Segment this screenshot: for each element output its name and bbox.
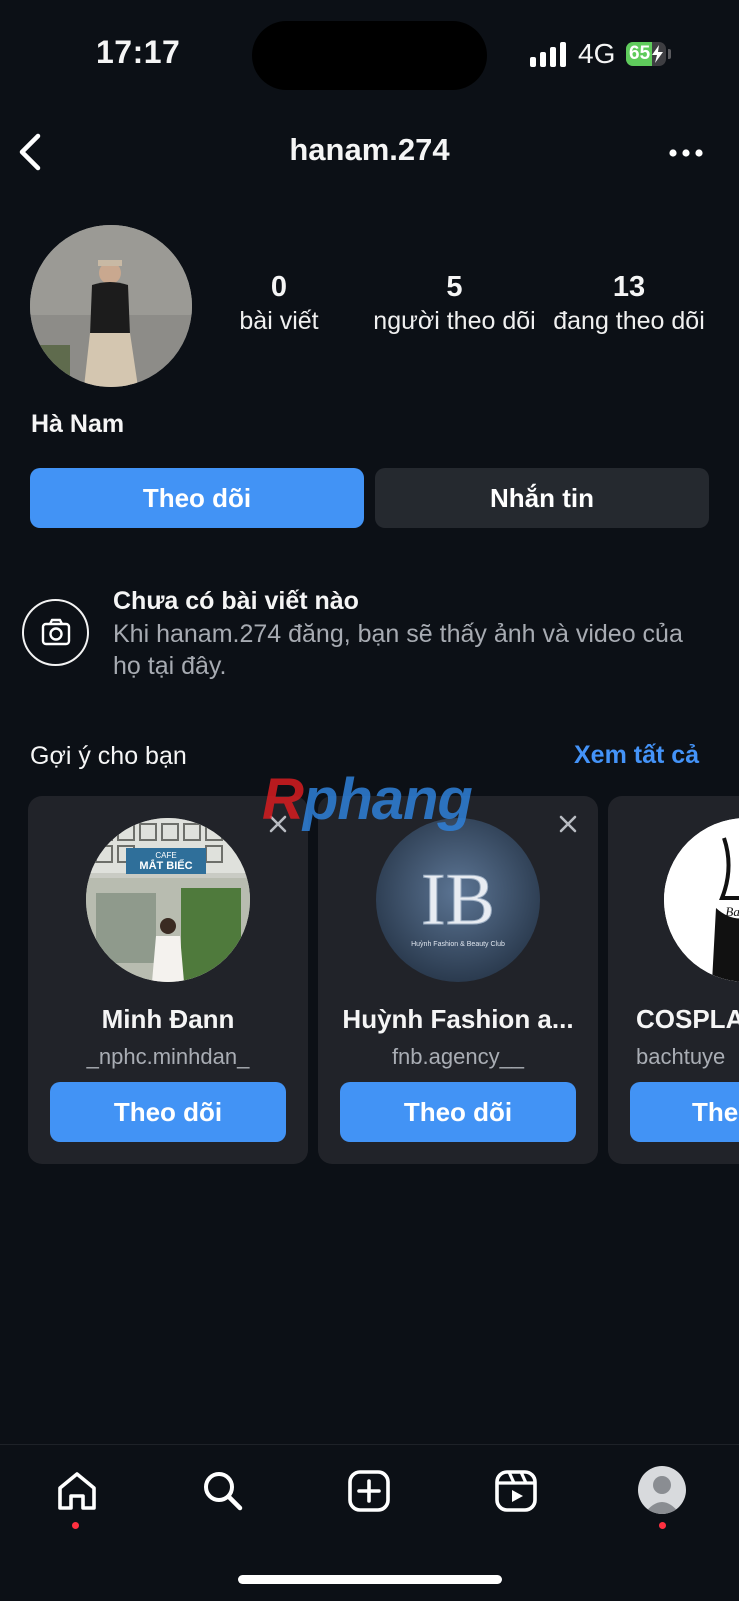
brand-logo-text: Huỳnh Fashion & Beauty Club bbox=[411, 941, 505, 948]
signal-icon bbox=[530, 42, 566, 67]
message-button[interactable]: Nhắn tin bbox=[375, 468, 709, 528]
suggestion-handle: bachtuye bbox=[636, 1044, 726, 1069]
cafe-sign-top: CAFE bbox=[155, 851, 176, 860]
home-notification-dot bbox=[72, 1522, 79, 1529]
stat-following-value: 13 bbox=[612, 271, 646, 303]
home-icon[interactable] bbox=[52, 1466, 102, 1516]
suggestion-handle: _nphc.minhdan_ bbox=[86, 1044, 250, 1069]
reels-icon[interactable] bbox=[491, 1466, 541, 1516]
battery-icon: 65 bbox=[626, 42, 666, 66]
stat-following-label: đang theo dõi bbox=[553, 307, 705, 335]
empty-posts-title: Chưa có bài viết nào bbox=[113, 587, 359, 615]
battery-percent: 65 bbox=[629, 43, 651, 64]
home-indicator bbox=[238, 1575, 502, 1584]
stat-following[interactable]: 13 đang theo dõi bbox=[550, 270, 708, 338]
stat-followers[interactable]: 5 người theo dõi bbox=[372, 270, 537, 338]
page-title: hanam.274 bbox=[289, 132, 450, 167]
watermark-text: phang bbox=[302, 767, 473, 832]
display-name: Hà Nam bbox=[31, 410, 125, 438]
suggestion-handle: fnb.agency__ bbox=[391, 1044, 525, 1069]
search-icon[interactable] bbox=[198, 1466, 248, 1516]
stat-posts-value: 0 bbox=[270, 271, 288, 303]
suggestion-name: COSPLA bbox=[636, 1004, 739, 1034]
stat-posts-label: bài viết bbox=[239, 307, 319, 335]
charging-bolt-icon bbox=[652, 45, 663, 63]
suggestion-follow-button[interactable]: Theo dõi bbox=[50, 1082, 286, 1142]
see-all-link[interactable]: Xem tất cả bbox=[574, 741, 699, 770]
more-horizontal-icon[interactable] bbox=[668, 146, 704, 160]
stat-followers-value: 5 bbox=[446, 271, 463, 303]
profile-notification-dot bbox=[659, 1522, 666, 1529]
suggestion-follow-button[interactable]: Theo dõi bbox=[340, 1082, 576, 1142]
follow-button[interactable]: Theo dõi bbox=[30, 468, 364, 528]
suggestions-title: Gợi ý cho bạn bbox=[30, 742, 187, 770]
close-icon[interactable] bbox=[558, 814, 578, 834]
stat-followers-label: người theo dõi bbox=[373, 307, 536, 335]
watermark-logo: Rphang bbox=[262, 766, 473, 833]
suggestion-card[interactable]: Bach T COSPLA bachtuye The bbox=[608, 796, 739, 1164]
status-time: 17:17 bbox=[96, 34, 181, 70]
svg-text:IB: IB bbox=[421, 859, 495, 941]
suggestion-name: Huỳnh Fashion a... bbox=[342, 1004, 574, 1034]
suggestion-avatar[interactable]: CAFE MẮT BIẾC bbox=[86, 818, 250, 982]
svg-text:Bach T: Bach T bbox=[725, 904, 739, 919]
cafe-sign-text: MẮT BIẾC bbox=[139, 859, 192, 872]
battery-tip bbox=[668, 49, 671, 59]
stat-posts[interactable]: 0 bài viết bbox=[223, 270, 335, 338]
suggestion-card[interactable]: CAFE MẮT BIẾC Minh Đann _nphc.minhdan_ T… bbox=[28, 796, 308, 1164]
create-icon[interactable] bbox=[344, 1466, 394, 1516]
suggestion-name: Minh Đann bbox=[101, 1004, 235, 1034]
suggestion-follow-button[interactable]: The bbox=[630, 1082, 739, 1142]
profile-avatar-tab[interactable] bbox=[638, 1466, 686, 1514]
profile-avatar[interactable] bbox=[30, 225, 192, 387]
dynamic-island bbox=[252, 21, 487, 90]
watermark-letter: R bbox=[262, 767, 304, 832]
camera-icon bbox=[22, 599, 89, 666]
empty-posts-description: Khi hanam.274 đăng, bạn sẽ thấy ảnh và v… bbox=[113, 620, 683, 680]
suggestion-card[interactable]: IB Huỳnh Fashion & Beauty Club Huỳnh Fas… bbox=[318, 796, 598, 1164]
suggestion-avatar[interactable]: IB Huỳnh Fashion & Beauty Club bbox=[376, 818, 540, 982]
suggestion-avatar[interactable]: Bach T bbox=[664, 818, 739, 982]
network-type: 4G bbox=[578, 38, 616, 69]
